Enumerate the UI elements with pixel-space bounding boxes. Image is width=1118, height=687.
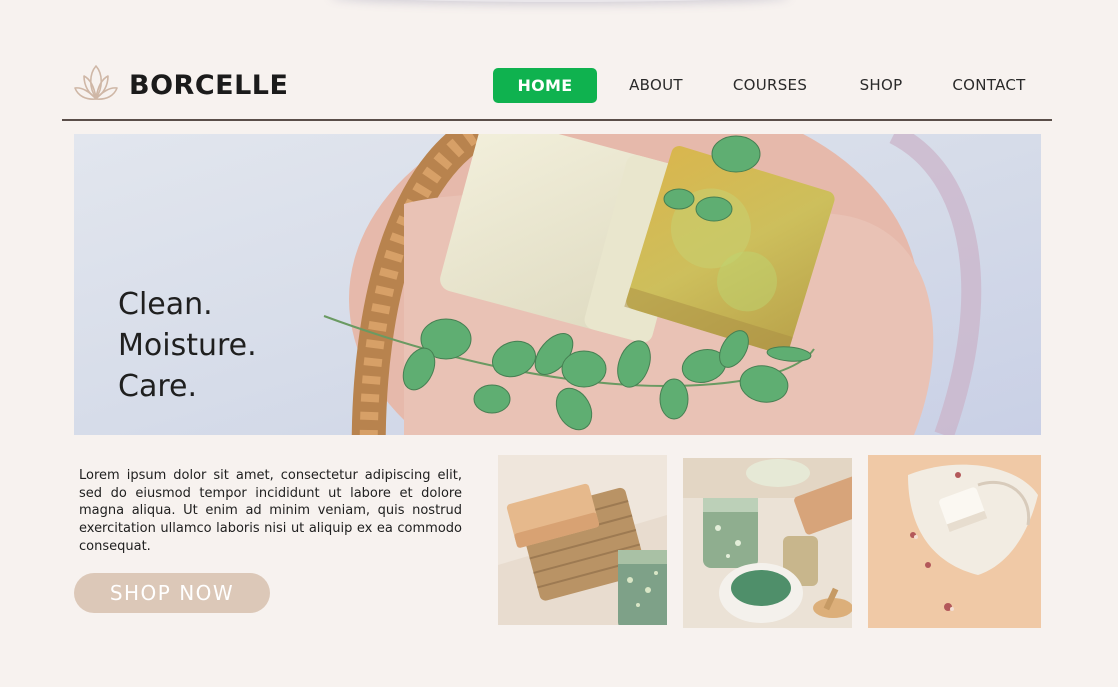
top-shadow [330, 0, 790, 2]
wrapped-soap-image [868, 455, 1041, 628]
nav-about[interactable]: ABOUT [620, 68, 692, 103]
product-thumbnail-soap-scrubber[interactable] [498, 455, 667, 625]
hero-line-clean: Clean. [118, 287, 213, 322]
nav-courses[interactable]: COURSES [726, 68, 814, 103]
product-thumbnail-clay-mask[interactable] [683, 458, 852, 628]
nav-home[interactable]: HOME [493, 68, 597, 103]
hero-banner: Clean. Moisture. Care. [74, 134, 1041, 435]
nav-contact[interactable]: CONTACT [945, 68, 1033, 103]
clay-mask-image [683, 458, 852, 628]
nav-shop[interactable]: SHOP [850, 68, 912, 103]
hero-line-care: Care. [118, 369, 197, 404]
header-divider [62, 119, 1052, 121]
main-nav: HOME ABOUT COURSES SHOP CONTACT [0, 68, 1118, 103]
shop-now-button[interactable]: SHOP NOW [74, 573, 270, 613]
hero-tagline: Clean. Moisture. Care. [118, 284, 257, 407]
description-text: Lorem ipsum dolor sit amet, consectetur … [79, 468, 462, 554]
product-thumbnail-wrapped-soap[interactable] [868, 455, 1041, 628]
hero-line-moisture: Moisture. [118, 328, 257, 363]
soap-scrubber-image [498, 455, 667, 625]
